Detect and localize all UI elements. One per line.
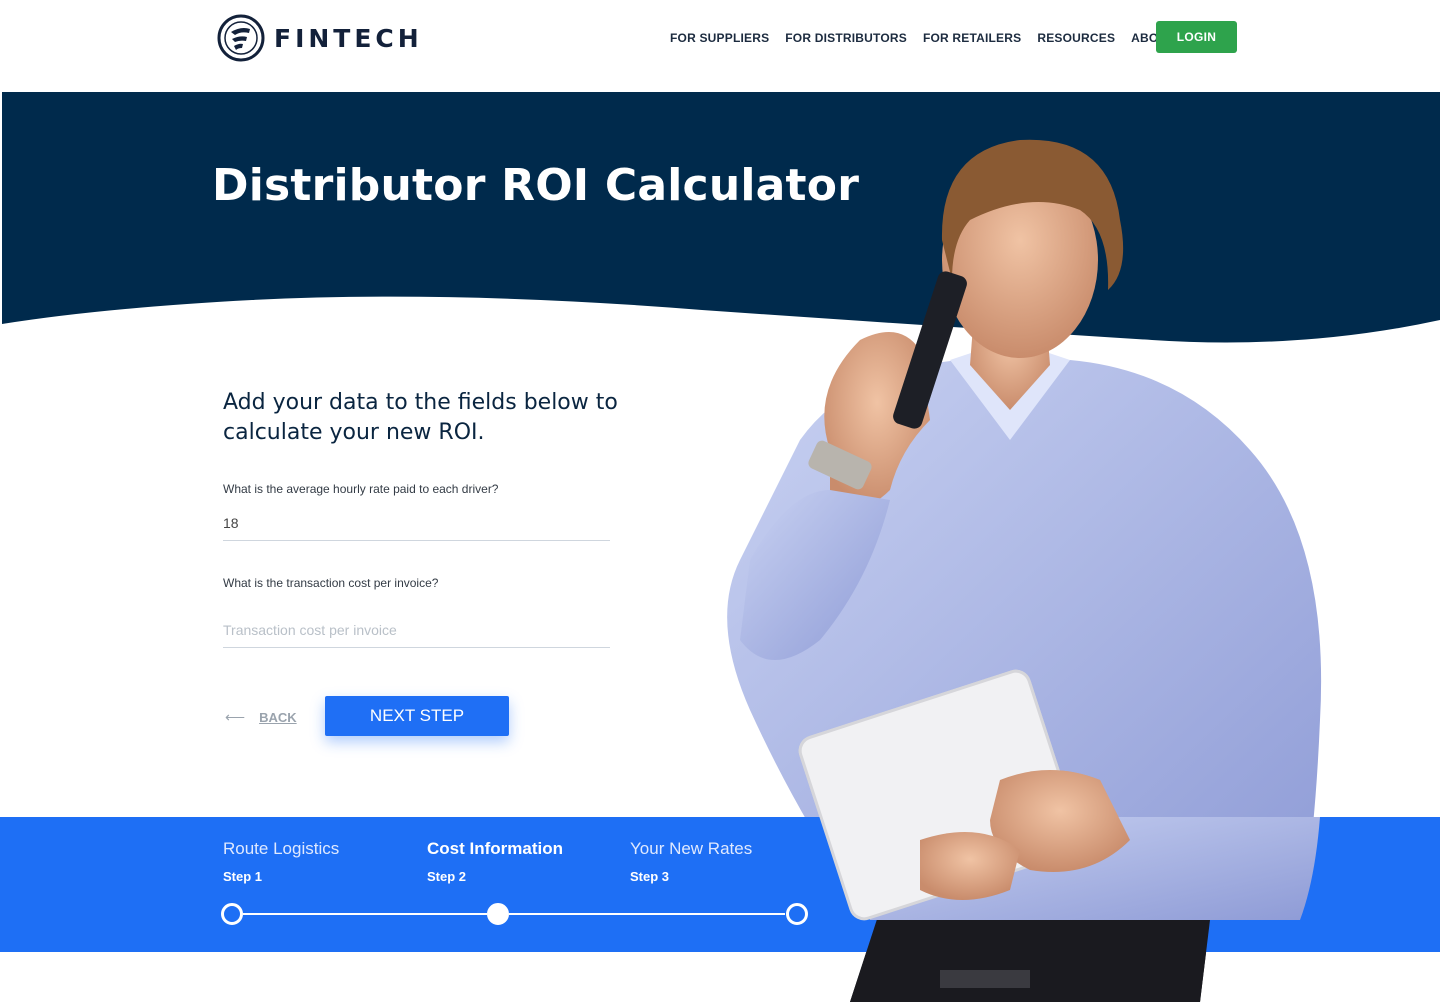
- step-your-new-rates[interactable]: Your New Rates Step 3: [630, 839, 752, 884]
- step-number: Step 3: [630, 869, 670, 884]
- progress-track: [243, 913, 487, 915]
- fintech-logo-icon: [217, 14, 265, 62]
- step-title: Route Logistics: [223, 839, 340, 858]
- transaction-cost-input[interactable]: [223, 612, 610, 648]
- hourly-rate-input[interactable]: [223, 505, 610, 541]
- site-header: FINTECH FOR SUPPLIERS FOR DISTRIBUTORS F…: [0, 0, 1440, 92]
- back-label: BACK: [259, 710, 297, 725]
- back-link[interactable]: ⟵ BACK: [225, 709, 297, 726]
- nav-item-resources[interactable]: RESOURCES: [1037, 30, 1115, 46]
- arrow-left-icon: ⟵: [225, 709, 246, 725]
- step-route-logistics[interactable]: Route Logistics Step 1: [223, 839, 339, 884]
- step-title: Your New Rates: [630, 839, 753, 858]
- brand-logo[interactable]: FINTECH: [216, 13, 423, 63]
- step-cost-information[interactable]: Cost Information Step 2: [427, 839, 563, 884]
- hourly-rate-label: What is the average hourly rate paid to …: [223, 482, 499, 496]
- step-title: Cost Information: [427, 839, 563, 858]
- nav-item-suppliers[interactable]: FOR SUPPLIERS: [670, 30, 769, 46]
- progress-track: [509, 913, 785, 915]
- step-1-dot[interactable]: [221, 903, 243, 925]
- main-nav: FOR SUPPLIERS FOR DISTRIBUTORS FOR RETAI…: [670, 30, 1191, 46]
- next-step-button[interactable]: NEXT STEP: [325, 696, 509, 736]
- step-number: Step 1: [223, 869, 263, 884]
- brand-name: FINTECH: [274, 23, 423, 53]
- form-intro: Add your data to the fields below to cal…: [223, 390, 618, 445]
- nav-item-retailers[interactable]: FOR RETAILERS: [923, 30, 1021, 46]
- login-button[interactable]: LOGIN: [1156, 21, 1237, 53]
- step-2-dot[interactable]: [487, 903, 509, 925]
- step-number: Step 2: [427, 869, 467, 884]
- step-3-dot[interactable]: [786, 903, 808, 925]
- transaction-cost-label: What is the transaction cost per invoice…: [223, 576, 439, 590]
- progress-steps: Route Logistics Step 1 Cost Information …: [0, 817, 1440, 952]
- nav-item-distributors[interactable]: FOR DISTRIBUTORS: [785, 30, 907, 46]
